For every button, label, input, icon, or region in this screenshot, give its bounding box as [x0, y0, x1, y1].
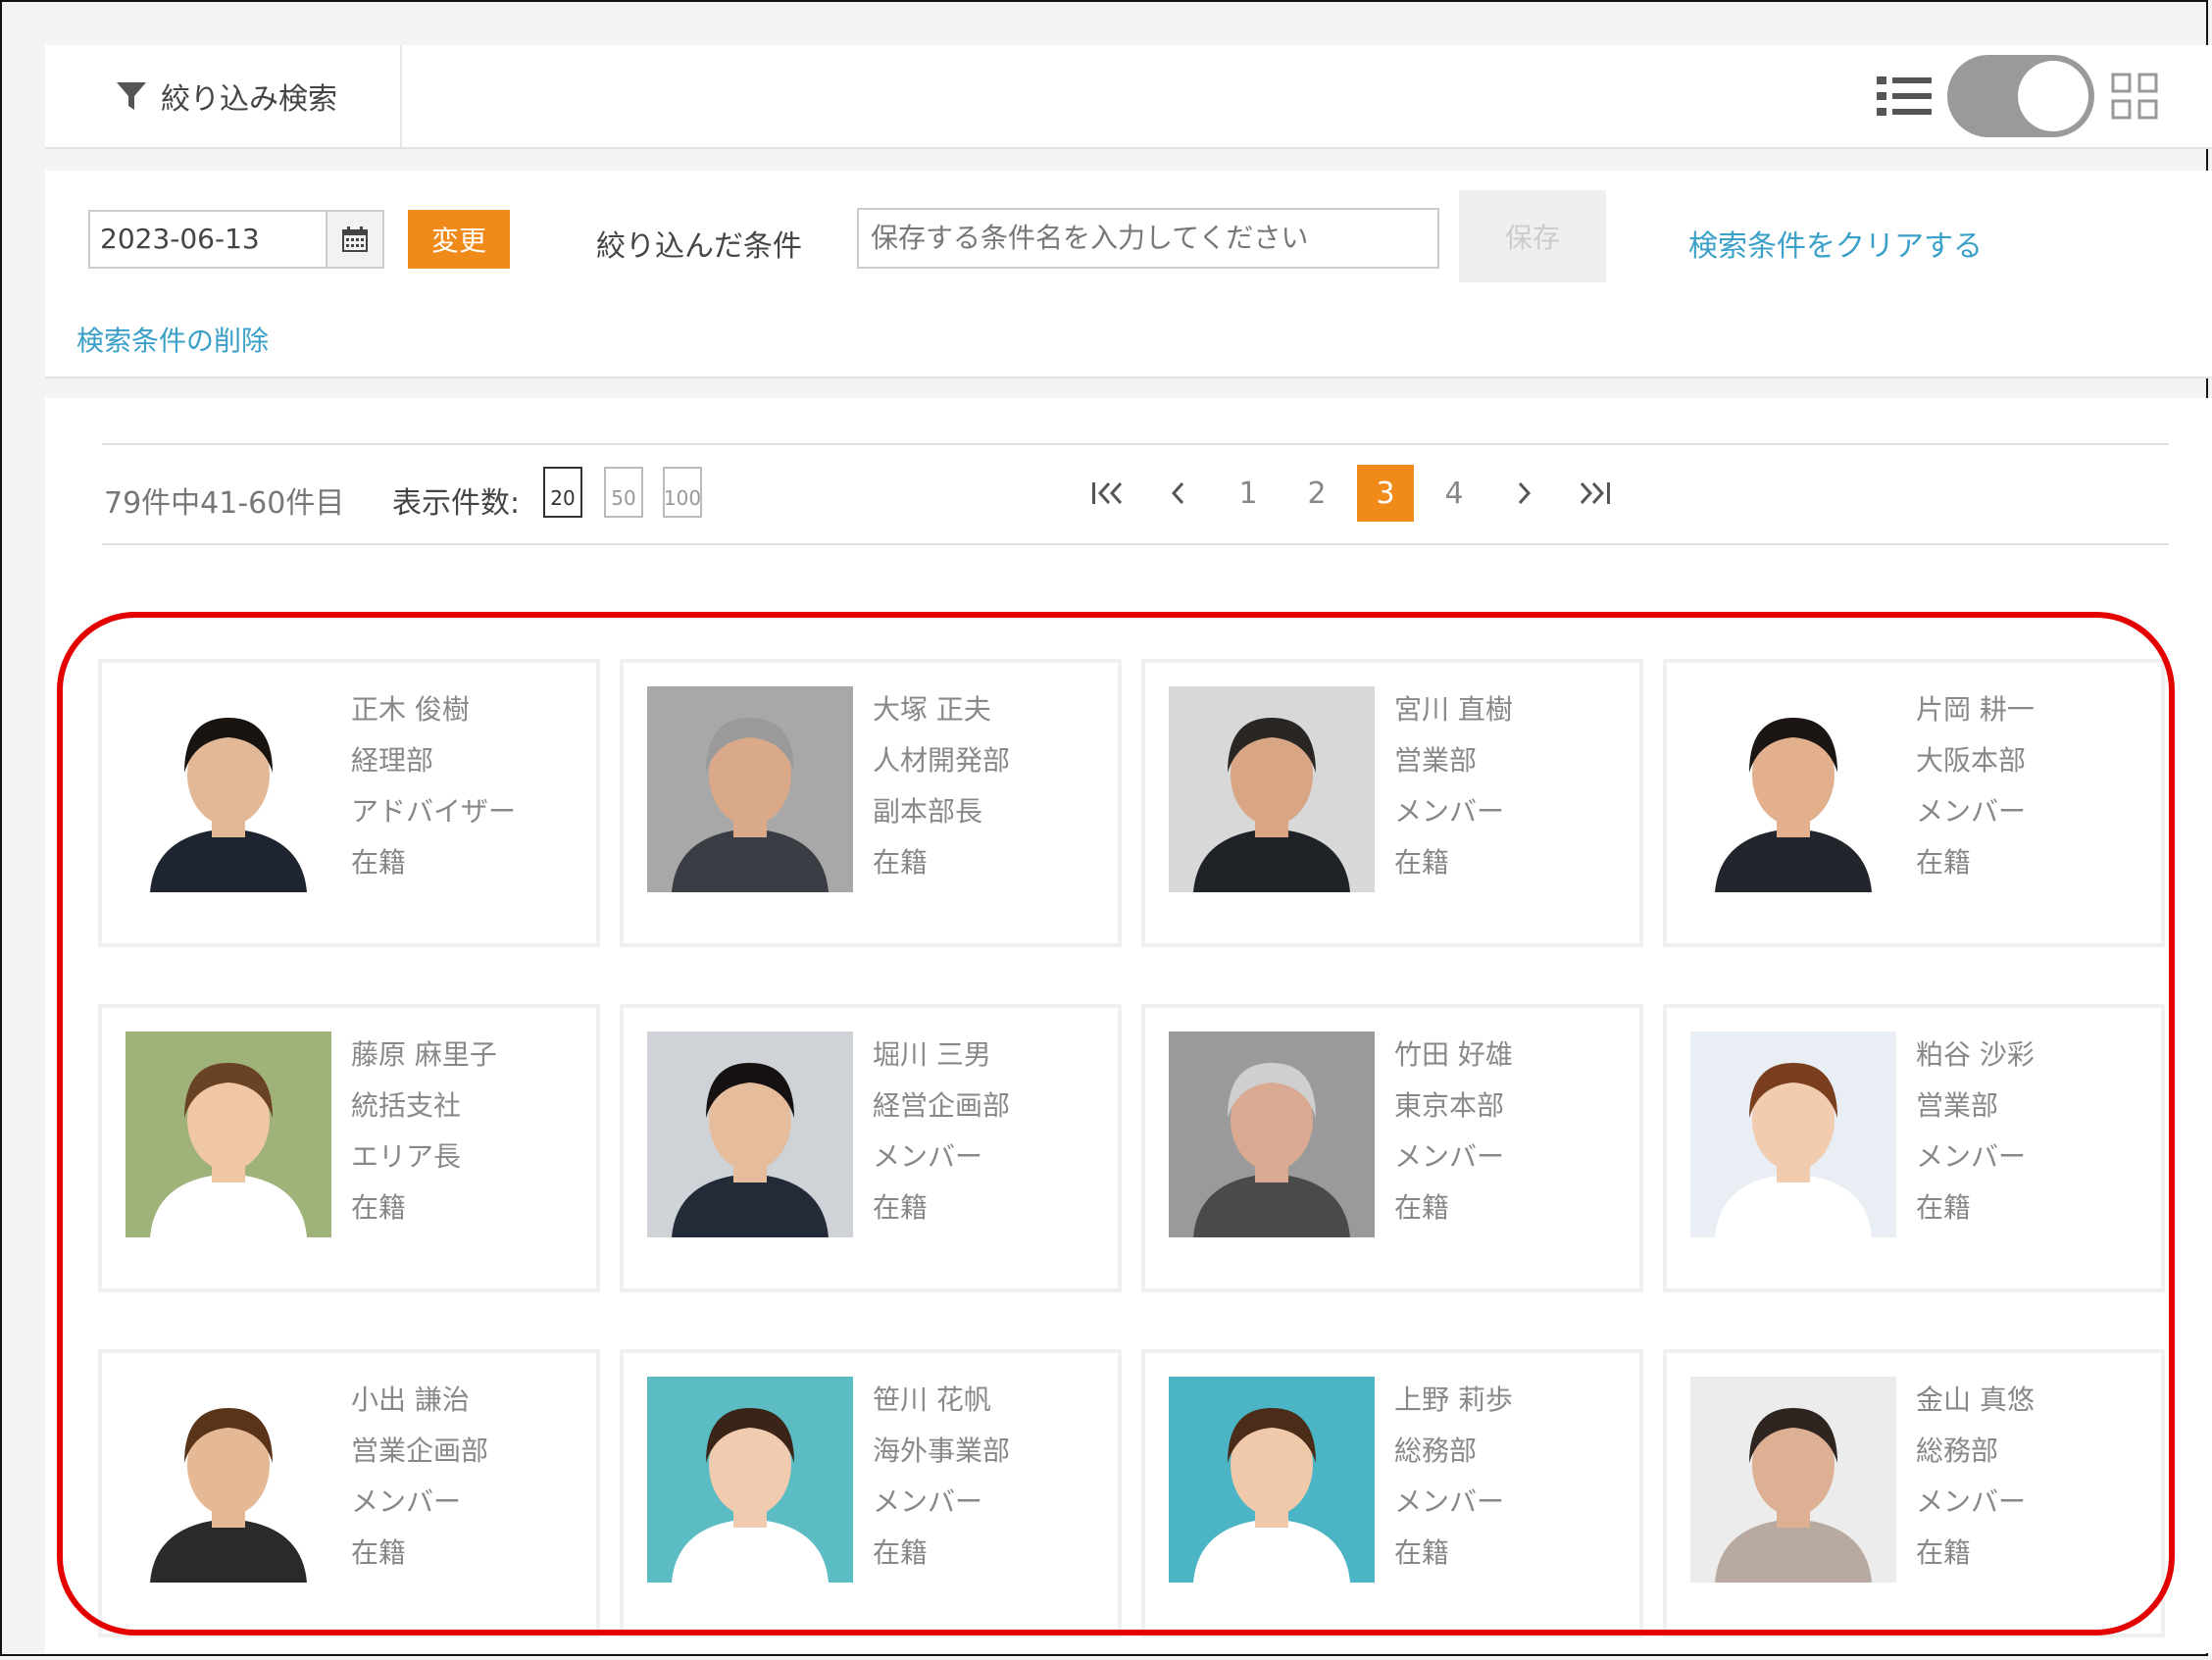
grid-icon[interactable]: [2110, 72, 2159, 121]
next-page-icon[interactable]: [1496, 465, 1553, 522]
first-page-icon[interactable]: [1081, 465, 1137, 522]
top-bar: 絞り込み検索: [45, 45, 2212, 149]
divider: [102, 443, 2169, 445]
per-page-100[interactable]: 100: [663, 467, 702, 518]
calendar-button[interactable]: [327, 210, 384, 269]
divider: [102, 543, 2169, 545]
page-1[interactable]: 1: [1220, 465, 1277, 522]
clear-conditions-link[interactable]: 検索条件をクリアする: [1688, 222, 1983, 265]
last-page-icon[interactable]: [1565, 465, 1622, 522]
change-button[interactable]: 変更: [408, 210, 510, 269]
page-3-current[interactable]: 3: [1357, 465, 1414, 522]
page-2[interactable]: 2: [1288, 465, 1345, 522]
view-mode-switch[interactable]: [1947, 55, 2094, 137]
save-name-input[interactable]: 保存する条件名を入力してください: [857, 208, 1439, 269]
narrowed-conditions-label: 絞り込んだ条件: [596, 229, 802, 264]
date-field[interactable]: 2023-06-13: [88, 210, 327, 269]
highlight-annotation: [57, 612, 2175, 1635]
save-button[interactable]: 保存: [1459, 190, 1606, 282]
condition-panel: 2023-06-13 変更 絞り込んだ条件 保存する条件名を入力してください 保…: [45, 171, 2212, 378]
view-toggle[interactable]: [1875, 53, 2159, 139]
per-page-label: 表示件数:: [392, 486, 521, 521]
result-count: 79件中41-60件目: [104, 486, 345, 521]
per-page-50[interactable]: 50: [604, 467, 643, 518]
screenshot-frame: 絞り込み検索 2023-06-13 変更 絞り込んだ条件 保存する条件名を入力し…: [0, 0, 2212, 1656]
filter-search-label: 絞り込み検索: [161, 82, 337, 117]
delete-conditions-link[interactable]: 検索条件の削除: [76, 320, 269, 359]
calendar-icon: [342, 226, 368, 252]
list-icon[interactable]: [1875, 73, 1934, 120]
page-4[interactable]: 4: [1426, 465, 1483, 522]
funnel-icon: [117, 82, 146, 110]
switch-knob: [2018, 61, 2088, 131]
filter-search-tab[interactable]: 絞り込み検索: [45, 45, 402, 147]
prev-page-icon[interactable]: [1149, 465, 1206, 522]
per-page-20[interactable]: 20: [543, 467, 582, 518]
